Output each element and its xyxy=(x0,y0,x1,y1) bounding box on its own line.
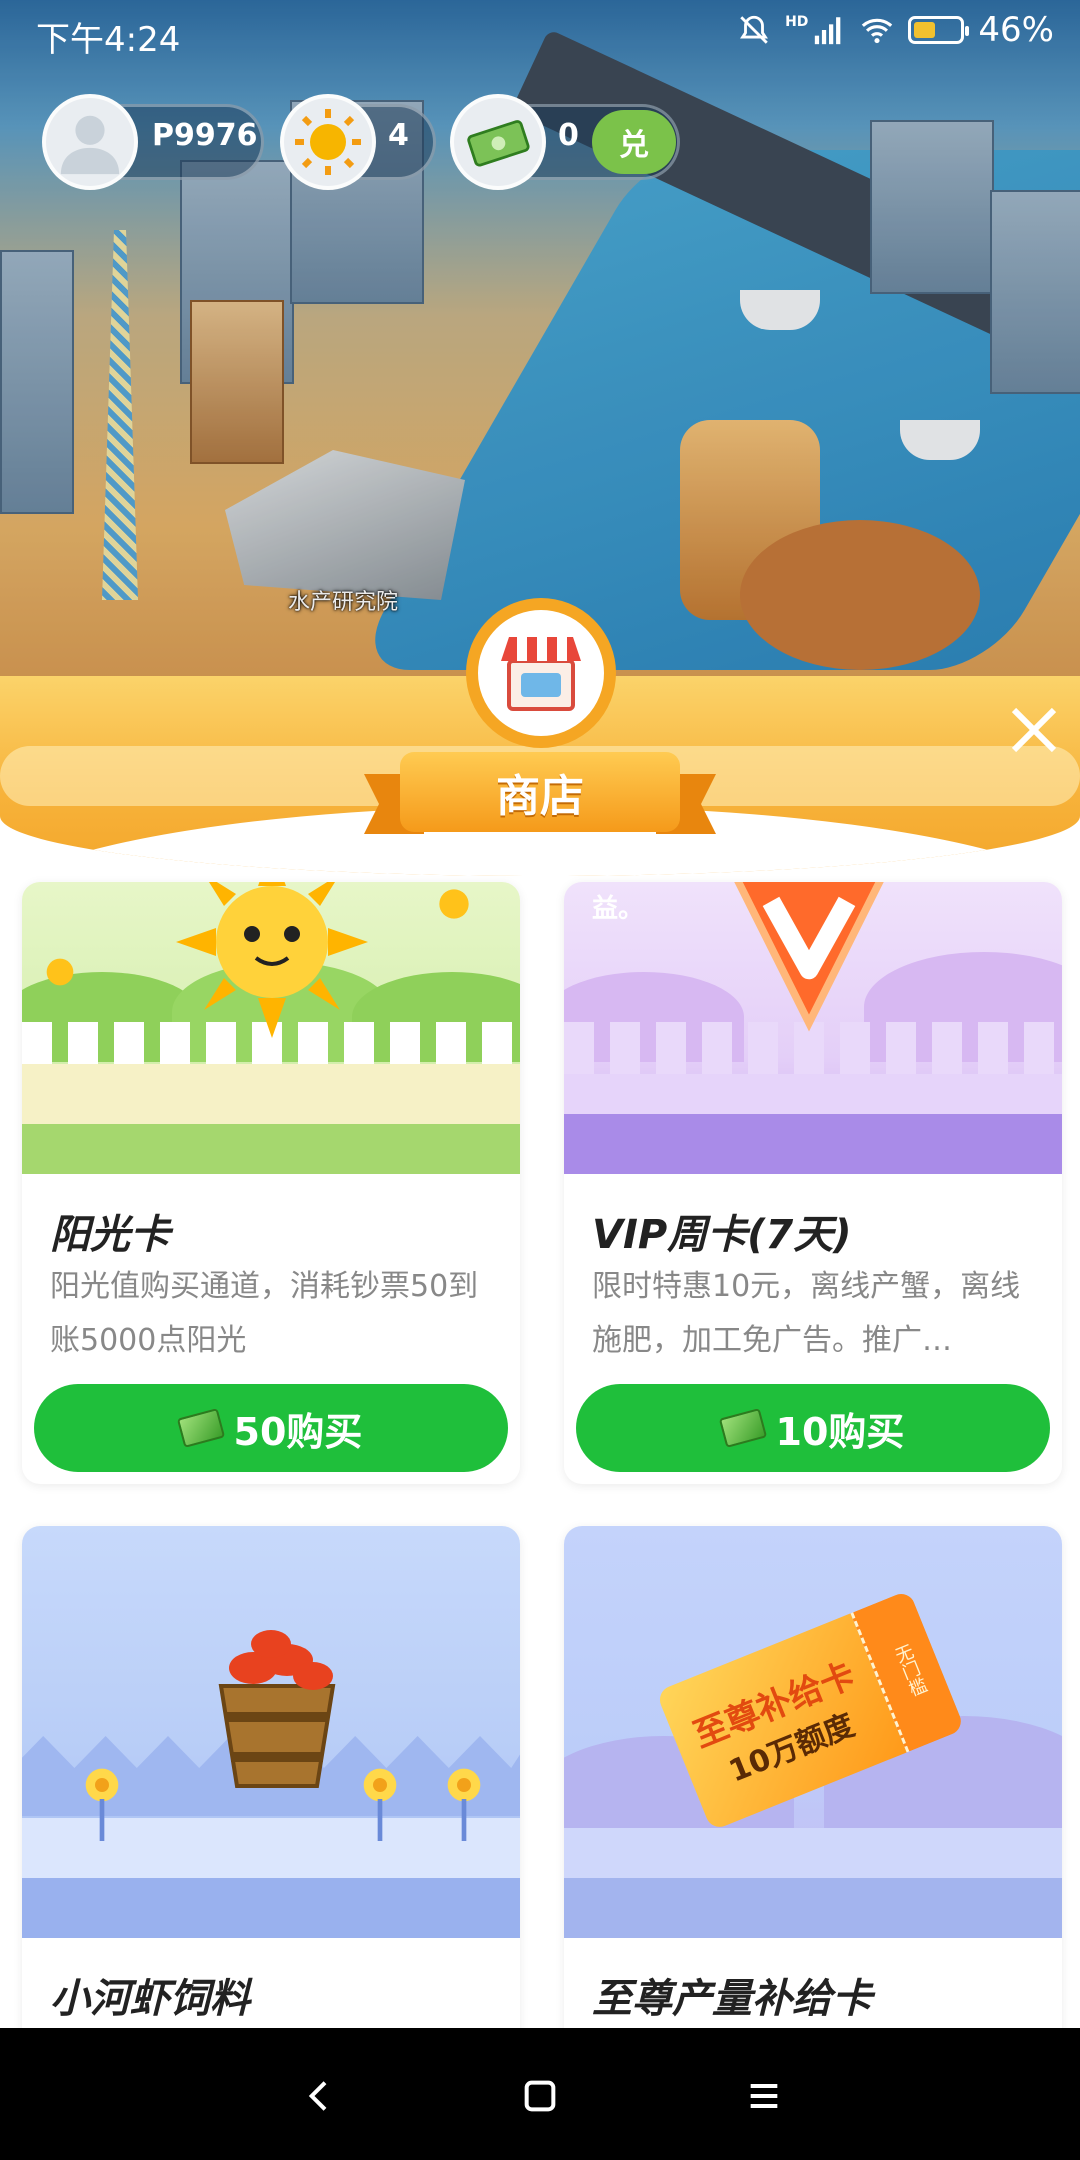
small-sun-icon xyxy=(46,958,74,986)
battery-percent: 46% xyxy=(978,10,1054,50)
card-description: 阳光值购买通道，消耗钞票50到账5000点阳光 xyxy=(50,1269,479,1358)
back-button[interactable] xyxy=(292,2068,348,2124)
cash-badge xyxy=(450,94,546,190)
avatar[interactable] xyxy=(42,94,138,190)
sun-icon xyxy=(295,109,361,175)
product-card-vip-weekly[interactable]: 益。 VIP周卡(7天) 限时特惠10元，离线产蟹，离线施肥，加工免广告。推广…… xyxy=(564,882,1062,1484)
vip-card-art: 益。 xyxy=(564,882,1062,1174)
shop-badge xyxy=(466,598,616,748)
home-button[interactable] xyxy=(512,2068,568,2124)
sunshine-card-art xyxy=(22,882,520,1174)
cash-count: 0 xyxy=(558,118,579,153)
buy-vip-button[interactable]: 10购买 xyxy=(576,1384,1050,1472)
player-name: P9976 xyxy=(152,118,258,153)
user-avatar-icon xyxy=(60,115,120,175)
exchange-button[interactable]: 兑 xyxy=(592,110,676,174)
shop-title: 商店 xyxy=(400,752,680,832)
home-square-icon xyxy=(524,2080,556,2112)
buy-button-label: 50购买 xyxy=(233,1409,363,1454)
cash-icon xyxy=(467,120,530,167)
card-description: 限时特惠10元，离线产蟹，离线施肥，加工免广告。推广… xyxy=(592,1269,1021,1358)
small-sun-icon xyxy=(439,889,469,919)
battery-icon xyxy=(908,16,970,44)
supply-card-art: 至尊补给卡 10万额度 无门槛 xyxy=(564,1526,1062,1938)
product-card-supply-card[interactable]: 至尊补给卡 10万额度 无门槛 至尊产量补给卡 xyxy=(564,1526,1062,2046)
buy-sunshine-button[interactable]: 50购买 xyxy=(34,1384,508,1472)
back-chevron-icon xyxy=(308,2081,327,2111)
network-type: HD xyxy=(785,14,809,30)
art-caption: 益。 xyxy=(592,894,645,924)
buy-button-label: 10购买 xyxy=(775,1409,905,1454)
cash-icon xyxy=(176,1408,225,1448)
menu-lines-icon xyxy=(750,2084,778,2108)
product-card-shrimp-feed[interactable]: 小河虾饲料 xyxy=(22,1526,520,2046)
smiling-sun-icon xyxy=(176,882,368,1038)
card-title: 小河虾饲料 xyxy=(50,1976,250,2022)
flower-icon xyxy=(363,1768,397,1841)
shop-title-ribbon: 商店 xyxy=(364,752,716,840)
cash-icon xyxy=(718,1408,767,1448)
close-icon[interactable] xyxy=(1004,700,1064,760)
system-navigation-bar xyxy=(0,2028,1080,2160)
sun-badge xyxy=(280,94,376,190)
ticket-stub: 无门槛 xyxy=(889,1641,930,1700)
card-title: VIP周卡(7天) xyxy=(592,1212,852,1258)
shrimp-bucket-icon xyxy=(218,1630,336,1788)
mute-bell-icon xyxy=(740,15,769,44)
vip-badge-icon xyxy=(734,882,884,1032)
menu-button[interactable] xyxy=(736,2068,792,2124)
status-bar: 下午4:24 HD 46% xyxy=(0,0,1080,66)
shrimp-card-art xyxy=(22,1526,520,1938)
sun-count: 4 xyxy=(388,118,409,153)
storefront-icon xyxy=(501,637,581,711)
flower-icon xyxy=(447,1768,481,1841)
signal-icon xyxy=(815,17,841,45)
card-title: 阳光卡 xyxy=(50,1212,170,1258)
wifi-icon xyxy=(862,18,893,44)
product-card-sunshine[interactable]: 阳光卡 阳光值购买通道，消耗钞票50到账5000点阳光 50购买 xyxy=(22,882,520,1484)
card-title: 至尊产量补给卡 xyxy=(592,1976,872,2022)
clock: 下午4:24 xyxy=(36,20,181,60)
flower-icon xyxy=(85,1768,119,1841)
